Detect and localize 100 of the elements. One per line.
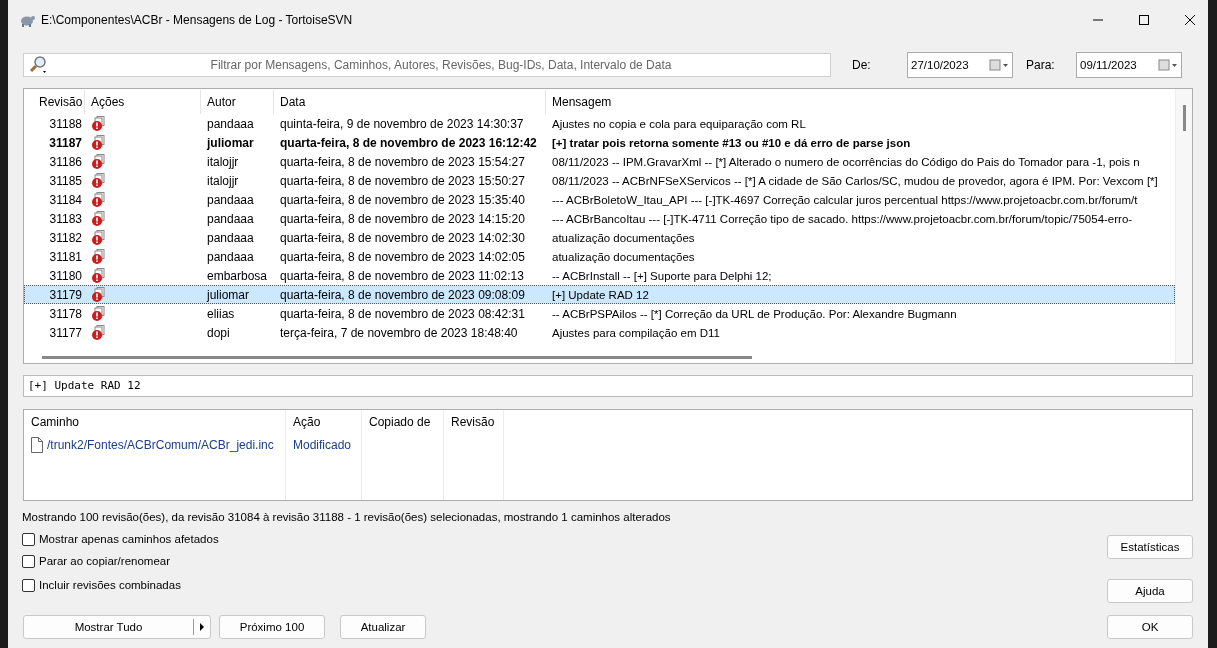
column-header[interactable]: Autor — [201, 90, 274, 114]
column-header[interactable]: Mensagem — [546, 90, 1174, 114]
message-cell-text: 08/11/2023 -- IPM.GravarXml -- [*] Alterado o numero de ocorrências do Código do Pais do Tomador para -1, pois n — [551, 155, 1141, 168]
column-header[interactable]: Ação — [286, 410, 361, 434]
date-cell-text: quarta-feira, 8 de novembro de 2023 15:50:27 — [279, 173, 526, 188]
modified-file-icon — [91, 153, 107, 170]
close-icon[interactable] — [1184, 14, 1196, 26]
author-cell-text: italojjr — [206, 173, 240, 188]
revision-cell-text: 31177 — [48, 325, 83, 340]
date-cell-text: quarta-feira, 8 de novembro de 2023 08:42:31 — [279, 306, 526, 321]
log-row[interactable]: 31188 pandaaa quinta-feira, 9 de novembro de 2023 14:30:37 Ajustes no copia e cola para equiparação com RL — [24, 114, 1175, 133]
log-row[interactable]: 31177 dopi terça-feira, 7 de novembro de 2023 18:48:40 Ajustes para compilação em D11 — [24, 323, 1175, 342]
checkbox[interactable] — [22, 532, 35, 546]
checkbox[interactable] — [22, 578, 35, 592]
message-cell-text: [+] tratar pois retorna somente #13 ou #10 e dá erro de parse json — [551, 136, 912, 149]
message-cell-text: -- ACBrPSPAilos -- [*] Correção da URL de Produção. Por: Alexandre Bugmann — [551, 307, 958, 320]
date-cell-text: terça-feira, 7 de novembro de 2023 18:48:40 — [279, 325, 519, 340]
modified-file-icon — [91, 267, 107, 284]
date-cell-text: quarta-feira, 8 de novembro de 2023 16:12:42 — [279, 135, 538, 150]
log-row[interactable]: 31184 pandaaa quarta-feira, 8 de novembro de 2023 15:35:40 --- ACBrBoletoW_Itau_API --- [-]TK-4697 Correção calcular juros percentual https://www.projetoacbr.com.br/forum/t — [24, 190, 1175, 209]
message-cell-text: 08/11/2023 -- ACBrNFSeXServicos -- [*] A cidade de São Carlos/SC, mudou de provedor, agora é IPM. Por: Vexcom [*] — [551, 174, 1159, 187]
checkbox-label: Mostrar apenas caminhos afetados — [39, 533, 219, 545]
column-header[interactable]: Revisão — [444, 410, 503, 434]
message-cell-text: Ajustes para compilação em D11 — [551, 326, 721, 339]
statistics-button[interactable]: Estatísticas — [1107, 535, 1193, 559]
revision-cell-text: 31188 — [48, 116, 83, 131]
refresh-button[interactable]: Atualizar — [340, 615, 426, 639]
modified-file-icon — [91, 115, 107, 132]
calendar-icon — [989, 59, 1009, 71]
help-button[interactable]: Ajuda — [1107, 579, 1193, 603]
to-date-picker[interactable]: 09/11/2023 — [1076, 52, 1182, 78]
revision-cell-text: 31186 — [48, 154, 83, 169]
date-cell-text: quinta-feira, 9 de novembro de 2023 14:30:37 — [279, 116, 525, 131]
message-cell-text: atualização documentações — [551, 250, 696, 263]
message-cell-text: Ajustes no copia e cola para equiparação com RL — [551, 117, 807, 130]
author-cell-text: juliomar — [205, 135, 255, 150]
action-cell-text: Modificado — [292, 437, 353, 454]
log-row[interactable]: 31180 embarbosa quarta-feira, 8 de novembro de 2023 11:02:13 -- ACBrInstall -- [+] Suporte para Delphi 12; — [24, 266, 1175, 285]
column-header[interactable]: Revisão — [25, 90, 85, 114]
revision-cell-text: 31180 — [48, 268, 83, 283]
modified-file-icon — [91, 305, 107, 322]
window-title: E:\Componentes\ACBr - Mensagens de Log - TortoiseSVN — [41, 13, 354, 27]
modified-file-icon — [91, 191, 107, 208]
log-row[interactable]: 31186 italojjr quarta-feira, 8 de novembro de 2023 15:54:27 08/11/2023 -- IPM.GravarXml -- [*] Alterado o numero de ocorrências do Código do Pais do Tomador para -1, pois n — [24, 152, 1175, 171]
scrollbar-thumb[interactable] — [42, 356, 752, 359]
ok-button[interactable]: OK — [1107, 615, 1193, 639]
commit-message-field[interactable]: [+] Update RAD 12 — [23, 375, 1193, 397]
log-row[interactable]: 31182 pandaaa quarta-feira, 8 de novembro de 2023 14:02:30 atualização documentações — [24, 228, 1175, 247]
column-header[interactable]: Copiado de — [362, 410, 443, 434]
revision-cell-text: 31185 — [48, 173, 83, 188]
author-cell-text: dopi — [206, 325, 231, 340]
date-cell-text: quarta-feira, 8 de novembro de 2023 15:54:27 — [279, 154, 526, 169]
revision-cell-text: 31183 — [48, 211, 83, 226]
author-cell-text: pandaaa — [206, 116, 255, 131]
checkbox-label: Parar ao copiar/renomear — [39, 555, 171, 567]
log-row[interactable]: 31181 pandaaa quarta-feira, 8 de novembro de 2023 14:02:05 atualização documentações — [24, 247, 1175, 266]
log-row[interactable]: 31178 eliias quarta-feira, 8 de novembro de 2023 08:42:31 -- ACBrPSPAilos -- [*] Correção da URL de Produção. Por: Alexandre Bugmann — [24, 304, 1175, 323]
turtle-icon — [19, 13, 35, 27]
modified-file-icon — [91, 134, 107, 151]
modified-file-icon — [91, 210, 107, 227]
revision-cell-text: 31178 — [48, 306, 83, 321]
modified-file-icon — [91, 324, 107, 341]
show-all-split-button[interactable]: Mostrar Tudo — [23, 615, 211, 639]
revision-cell-text: 31187 — [48, 135, 83, 150]
column-header[interactable]: Ações — [85, 90, 201, 114]
author-cell-text: pandaaa — [206, 230, 255, 245]
path-link[interactable]: /trunk2/Fontes/ACBrComum/ACBr_jedi.inc — [47, 438, 274, 452]
caret-icon — [199, 623, 205, 631]
message-cell-text: --- ACBrBoletoW_Itau_API --- [-]TK-4697 Correção calcular juros percentual https://www.projetoacbr.com.br/forum/t — [551, 193, 1139, 206]
log-row[interactable]: 31183 pandaaa quarta-feira, 8 de novembro de 2023 14:15:20 --- ACBrBancoItau --- [-]TK-4711 Correção tipo de sacado. https://www.projetoacbr.com.br/forum/topic/75054-erro- — [24, 209, 1175, 228]
log-row[interactable]: 31179 juliomar quarta-feira, 8 de novembro de 2023 09:08:09 [+] Update RAD 12 — [24, 285, 1175, 304]
scrollbar-thumb[interactable] — [1182, 105, 1186, 131]
to-label: Para: — [1026, 58, 1056, 72]
next-button[interactable]: Próximo 100 — [219, 615, 325, 639]
from-label: De: — [852, 58, 872, 72]
modified-file-icon — [91, 172, 107, 189]
column-header[interactable]: Data — [274, 90, 546, 114]
author-cell-text: eliias — [206, 306, 236, 321]
maximize-icon[interactable] — [1138, 14, 1150, 26]
revision-cell-text: 31181 — [48, 249, 83, 264]
revision-cell-text: 31184 — [48, 192, 83, 207]
revision-cell-text: 31182 — [48, 230, 83, 245]
from-date-picker[interactable]: 27/10/2023 — [907, 52, 1013, 78]
author-cell-text: juliomar — [205, 287, 250, 302]
date-cell-text: quarta-feira, 8 de novembro de 2023 14:02:05 — [279, 249, 526, 264]
status-text: Mostrando 100 revisão(ões), da revisão 31084 à revisão 31188 - 1 revisão(ões) selecionadas, mostrando 1 caminhos alterados — [22, 510, 672, 525]
filter-field[interactable]: Filtrar por Mensagens, Caminhos, Autores, Revisões, Bug-IDs, Data, Intervalo de Data — [23, 53, 831, 77]
log-row[interactable]: 31185 italojjr quarta-feira, 8 de novembro de 2023 15:50:27 08/11/2023 -- ACBrNFSeXServicos -- [*] A cidade de São Carlos/SC, mudou de provedor, agora é IPM. Por: Vexcom [*] — [24, 171, 1175, 190]
log-row[interactable]: 31187 juliomar quarta-feira, 8 de novembro de 2023 16:12:42 [+] tratar pois retorna somente #13 ou #10 e dá erro de parse json — [24, 133, 1175, 152]
author-cell-text: pandaaa — [206, 249, 255, 264]
modified-file-icon — [91, 229, 107, 246]
date-cell-text: quarta-feira, 8 de novembro de 2023 15:35:40 — [279, 192, 526, 207]
author-cell-text: pandaaa — [206, 192, 255, 207]
calendar-icon — [1158, 59, 1178, 71]
column-header[interactable]: Caminho — [24, 410, 285, 434]
file-icon — [31, 437, 43, 453]
author-cell-text: pandaaa — [206, 211, 255, 226]
date-cell-text: quarta-feira, 8 de novembro de 2023 14:02:30 — [279, 230, 526, 245]
message-cell-text: -- ACBrInstall -- [+] Suporte para Delphi 12; — [551, 269, 773, 282]
checkbox[interactable] — [22, 554, 35, 568]
